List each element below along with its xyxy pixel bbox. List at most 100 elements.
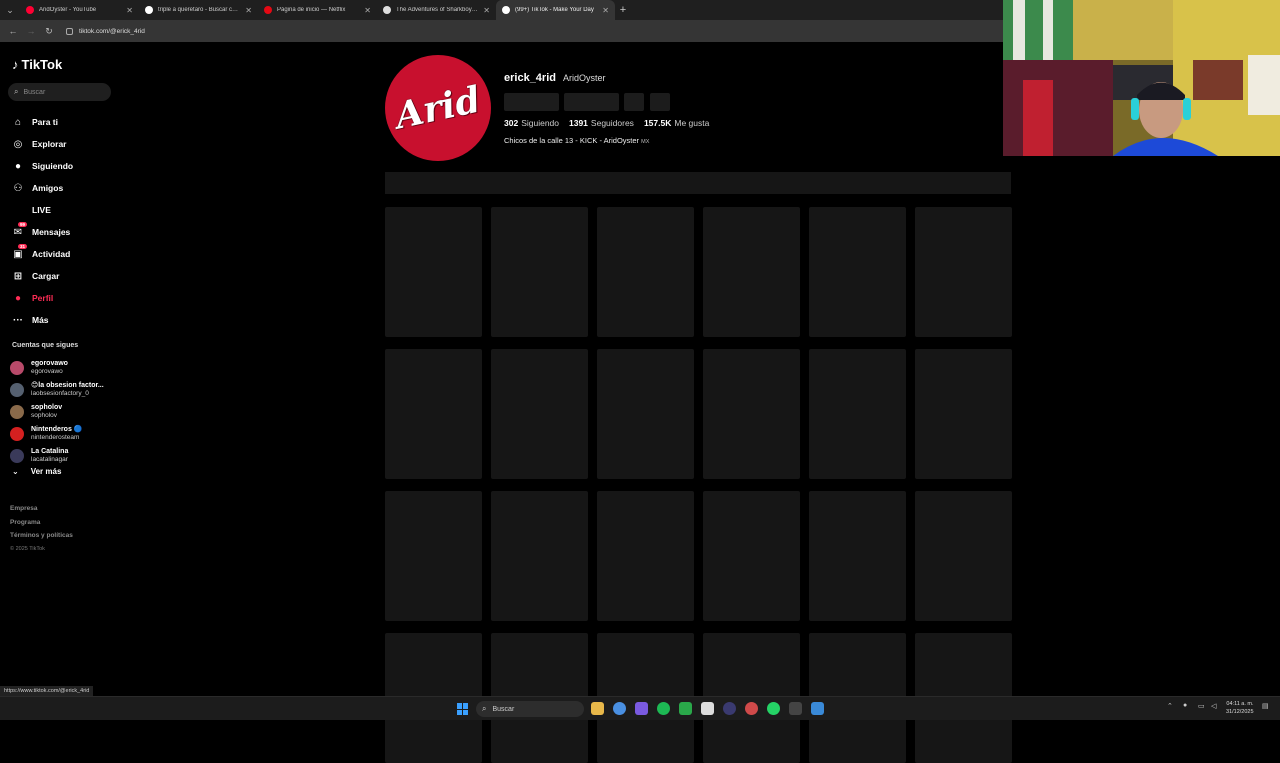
followers-label[interactable]: Seguidores: [591, 118, 634, 128]
video-thumbnail-placeholder[interactable]: [491, 349, 588, 479]
sidebar-item-3[interactable]: ⚇ Amigos: [12, 177, 127, 199]
sidebar-item-1[interactable]: ◎ Explorar: [12, 133, 127, 155]
photos-icon[interactable]: [811, 702, 824, 715]
tab-close-icon[interactable]: ✕: [364, 6, 371, 15]
settings-button-placeholder[interactable]: [624, 93, 644, 111]
likes-count: 157.5K: [643, 118, 672, 128]
main-nav: ⌂ Para ti ◎ Explorar ● Siguiendo ⚇ Amigos LIVE ✉ 9…: [12, 111, 127, 331]
sidebar-item-label: Cargar: [32, 271, 60, 281]
tray-chevron-icon[interactable]: ⌃: [1167, 702, 1173, 710]
video-thumbnail-placeholder[interactable]: [597, 207, 694, 337]
sidebar-item-label: Mensajes: [32, 227, 71, 237]
promote-button-placeholder[interactable]: [564, 93, 619, 111]
footer-link-terms[interactable]: Términos y políticas: [10, 529, 73, 543]
calculator-icon[interactable]: [789, 702, 802, 715]
notification-icon[interactable]: ▤: [1262, 702, 1269, 710]
browser-tab-0[interactable]: AridOyster - YouTube ✕: [20, 0, 139, 20]
search-icon: ⌕: [14, 87, 19, 96]
video-thumbnail-placeholder[interactable]: [915, 349, 1012, 479]
video-thumbnail-placeholder[interactable]: [915, 491, 1012, 621]
browser-tab-1[interactable]: triple a queretaro - Buscar con Google ✕: [139, 0, 258, 20]
video-thumbnail-placeholder[interactable]: [703, 349, 800, 479]
xbox-icon[interactable]: [679, 702, 692, 715]
video-thumbnail-placeholder[interactable]: [915, 207, 1012, 337]
followed-account[interactable]: 😊la obsesion factor... laobsesionfactory_…: [10, 379, 125, 401]
url-field[interactable]: tiktok.com/@erick_4rid: [66, 27, 145, 35]
video-thumbnail-placeholder[interactable]: [385, 491, 482, 621]
share-button-placeholder[interactable]: [650, 93, 670, 111]
tab-favicon-icon: [264, 6, 272, 14]
mic-icon[interactable]: ●: [1183, 702, 1187, 709]
see-more-button[interactable]: ⌄ Ver más: [12, 467, 61, 476]
video-thumbnail-placeholder[interactable]: [491, 207, 588, 337]
sidebar-item-0[interactable]: ⌂ Para ti: [12, 111, 127, 133]
profile-tabs-placeholder[interactable]: [385, 172, 1011, 194]
video-thumbnail-placeholder[interactable]: [385, 207, 482, 337]
browser-tab-4[interactable]: (99+) TikTok - Make Your Day ✕: [496, 0, 615, 20]
footer-link-empresa[interactable]: Empresa: [10, 502, 73, 516]
whatsapp-icon[interactable]: [767, 702, 780, 715]
video-thumbnail-placeholder[interactable]: [809, 491, 906, 621]
chrome-icon[interactable]: [613, 702, 626, 715]
sidebar-item-7[interactable]: ⊞ Cargar: [12, 265, 127, 287]
following-count[interactable]: 302: [504, 118, 518, 128]
followers-count[interactable]: 1391: [569, 118, 588, 128]
sidebar-item-5[interactable]: ✉ 99 Mensajes: [12, 221, 127, 243]
account-handle: lacatalinagar: [31, 456, 68, 463]
sidebar: ♪ TikTok ⌕ Buscar ⌂ Para ti ◎ Explorar ● Sigu…: [0, 42, 130, 692]
video-thumbnail-placeholder[interactable]: [809, 207, 906, 337]
video-thumbnail-placeholder[interactable]: [597, 491, 694, 621]
reload-icon[interactable]: ↻: [40, 26, 58, 37]
followed-account[interactable]: sopholov sopholov: [10, 401, 125, 423]
store-icon[interactable]: [701, 702, 714, 715]
tab-close-icon[interactable]: ✕: [245, 6, 252, 15]
edit-profile-button-placeholder[interactable]: [504, 93, 559, 111]
back-icon[interactable]: ←: [4, 26, 22, 36]
sidebar-item-9[interactable]: ··· Más: [12, 309, 127, 331]
new-tab-button[interactable]: +: [615, 4, 631, 16]
video-thumbnail-placeholder[interactable]: [385, 349, 482, 479]
obs-icon[interactable]: [745, 702, 758, 715]
sidebar-item-6[interactable]: ▣ 31 Actividad: [12, 243, 127, 265]
discord-icon[interactable]: [635, 702, 648, 715]
profile-username: erick_4rid: [504, 72, 556, 84]
search-input[interactable]: ⌕ Buscar: [8, 83, 111, 101]
account-handle: laobsesionfactory_0: [31, 390, 89, 397]
sidebar-item-label: LIVE: [32, 205, 51, 215]
video-thumbnail-placeholder[interactable]: [809, 349, 906, 479]
video-thumbnail-placeholder[interactable]: [703, 207, 800, 337]
forward-icon[interactable]: →: [22, 26, 40, 36]
windows-start-icon[interactable]: [457, 703, 469, 715]
taskbar-search-icon: ⌕: [482, 704, 487, 713]
video-thumbnail-placeholder[interactable]: [491, 491, 588, 621]
taskbar-search[interactable]: ⌕ Buscar: [476, 701, 584, 717]
chevron-down-icon: ⌄: [12, 467, 19, 476]
volume-icon[interactable]: ◁: [1211, 702, 1216, 710]
sidebar-item-4[interactable]: LIVE: [12, 199, 127, 221]
followed-account[interactable]: La Catalina lacatalinagar: [10, 445, 125, 467]
network-icon[interactable]: ▭: [1198, 702, 1205, 710]
browser-tab-3[interactable]: The Adventures of Sharkboy and Lavagirl ✕: [377, 0, 496, 20]
taskbar-search-placeholder: Buscar: [492, 705, 515, 713]
url-text: tiktok.com/@erick_4rid: [79, 27, 145, 35]
followed-account[interactable]: egorovawo egorovawo: [10, 357, 125, 379]
app-icon[interactable]: [723, 702, 736, 715]
video-thumbnail-placeholder[interactable]: [703, 491, 800, 621]
sidebar-item-8[interactable]: ● Perfil: [12, 287, 127, 309]
tab-close-icon[interactable]: ✕: [126, 6, 133, 15]
tab-close-icon[interactable]: ✕: [602, 6, 609, 15]
file-explorer-icon[interactable]: [591, 702, 604, 715]
site-info-icon[interactable]: [66, 27, 73, 35]
tab-search-icon[interactable]: ⌄: [0, 0, 20, 20]
video-thumbnail-placeholder[interactable]: [597, 349, 694, 479]
spotify-icon[interactable]: [657, 702, 670, 715]
followed-account[interactable]: Nintenderos 🔵 nintenderosteam: [10, 423, 125, 445]
following-label[interactable]: Siguiendo: [521, 118, 559, 128]
profile-avatar[interactable]: Arid: [385, 55, 491, 161]
browser-tab-2[interactable]: Página de inicio — Netflix ✕: [258, 0, 377, 20]
taskbar-clock[interactable]: 04:11 a. m. 31/12/2025: [1226, 700, 1254, 716]
tiktok-logo[interactable]: ♪ TikTok: [12, 57, 62, 72]
footer-link-programa[interactable]: Programa: [10, 516, 73, 530]
sidebar-item-2[interactable]: ● Siguiendo: [12, 155, 127, 177]
tab-close-icon[interactable]: ✕: [483, 6, 490, 15]
